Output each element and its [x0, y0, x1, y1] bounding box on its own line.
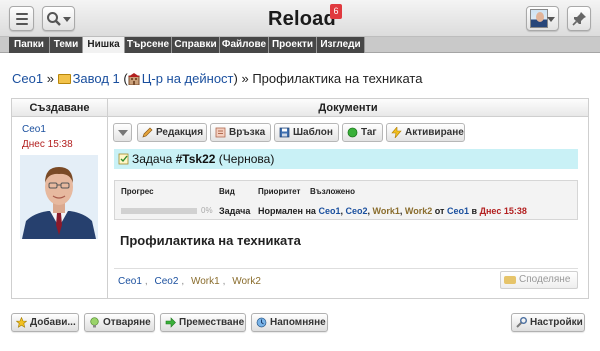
remind-button[interactable]: Напомняне	[251, 313, 328, 332]
share-icon	[504, 276, 516, 284]
assignee-link[interactable]: Ceo1	[318, 206, 340, 216]
link-icon	[215, 127, 226, 138]
settings-button[interactable]: Настройки	[511, 313, 585, 332]
breadcrumb-current: Профилактика на техниката	[252, 71, 423, 86]
add-button[interactable]: Добави...	[11, 313, 79, 332]
building-icon	[127, 73, 140, 85]
nav-item-views[interactable]: Изгледи	[317, 37, 365, 53]
assigner-link[interactable]: Ceo1	[447, 206, 469, 216]
chevron-down-icon	[63, 17, 71, 22]
notification-badge[interactable]: 6	[330, 4, 342, 19]
top-bar: Reload 6	[0, 0, 600, 37]
hamburger-icon	[16, 13, 28, 15]
tag-button[interactable]: Таг	[342, 123, 383, 142]
user-menu-button[interactable]	[526, 6, 559, 31]
nav-item-topics[interactable]: Теми	[50, 37, 83, 53]
arrow-right-icon	[165, 317, 176, 328]
progress-label: Прогрес	[121, 187, 154, 196]
pin-button[interactable]	[567, 6, 591, 31]
chevron-down-icon	[547, 17, 555, 22]
tags-list: Ceo1, Ceo2, Work1, Work2	[118, 276, 261, 287]
task-prefix: Задача	[132, 152, 173, 166]
bulb-icon	[90, 317, 99, 328]
search-icon	[47, 12, 61, 26]
app-title: Reload	[268, 8, 336, 30]
task-info-box: Прогрес Вид Приоритет Възложено 0% Задач…	[114, 180, 578, 220]
creator-name-link[interactable]: Ceo1	[22, 124, 46, 135]
type-label: Вид	[219, 187, 235, 196]
tag-link[interactable]: Work1	[191, 276, 220, 287]
pencil-icon	[142, 127, 153, 138]
share-button[interactable]: Споделяне	[500, 271, 578, 289]
assigned-label: Възложено	[310, 187, 355, 196]
folder-icon	[57, 74, 71, 84]
pin-icon	[572, 12, 586, 26]
priority-label: Приоритет	[258, 187, 301, 196]
task-checklist-icon	[118, 153, 129, 165]
nav-item-thread[interactable]: Нишка	[83, 37, 125, 53]
star-icon	[16, 317, 27, 328]
creator-date: Днес 15:38	[22, 139, 73, 150]
tag-link[interactable]: Ceo2	[154, 276, 178, 287]
breadcrumb-folder-link[interactable]: Завод 1	[73, 71, 120, 86]
open-button[interactable]: Отваряне	[84, 313, 155, 332]
assigned-time: Днес 15:38	[479, 206, 527, 216]
breadcrumb-department-link[interactable]: Ц-р на дейност	[142, 71, 234, 86]
column-header-documents: Документи	[108, 99, 588, 117]
template-button[interactable]: Шаблон	[274, 123, 339, 142]
chevron-down-icon	[118, 130, 128, 136]
nav-item-reports[interactable]: Справки	[172, 37, 220, 53]
breadcrumb-root-link[interactable]: Ceo1	[12, 71, 43, 86]
task-status: (Чернова)	[218, 152, 275, 166]
document-title: Профилактика на техниката	[120, 233, 301, 248]
tag-link[interactable]: Ceo1	[118, 276, 142, 287]
reminder-icon	[256, 317, 267, 328]
type-value: Задача	[219, 206, 251, 216]
lightning-icon	[391, 127, 402, 138]
user-avatar-icon	[530, 9, 548, 28]
move-button[interactable]: Преместване	[160, 313, 246, 332]
tag-link[interactable]: Work2	[232, 276, 261, 287]
tools-icon	[516, 317, 527, 328]
avatar	[20, 155, 98, 239]
search-button[interactable]	[42, 6, 75, 31]
task-header: Задача #Tsk22 (Чернова)	[114, 149, 578, 169]
nav-item-search[interactable]: Търсене	[125, 37, 172, 53]
assignee-link[interactable]: Work1	[373, 206, 400, 216]
green-dot-icon	[347, 127, 358, 138]
save-icon	[279, 127, 290, 138]
task-id: #Tsk22	[175, 152, 216, 166]
nav-item-files[interactable]: Файлове	[220, 37, 269, 53]
menu-button[interactable]	[9, 6, 34, 31]
progress-percent: 0%	[201, 206, 213, 215]
assignee-link[interactable]: Ceo2	[346, 206, 368, 216]
nav-item-folders[interactable]: Папки	[9, 37, 50, 53]
column-header-creation: Създаване	[12, 99, 107, 117]
link-button[interactable]: Връзка	[210, 123, 271, 142]
activate-button[interactable]: Активиране	[386, 123, 465, 142]
breadcrumb: Ceo1 » Завод 1 (Ц-р на дейност) » Профил…	[12, 71, 423, 86]
priority-value: Нормален	[258, 206, 303, 216]
edit-button[interactable]: Редакция	[137, 123, 207, 142]
main-nav: Папки Теми Нишка Търсене Справки Файлове…	[0, 37, 600, 53]
document-menu-dropdown[interactable]	[113, 123, 132, 142]
nav-item-projects[interactable]: Проекти	[269, 37, 317, 53]
progress-bar	[121, 208, 197, 214]
assignee-link[interactable]: Work2	[405, 206, 432, 216]
